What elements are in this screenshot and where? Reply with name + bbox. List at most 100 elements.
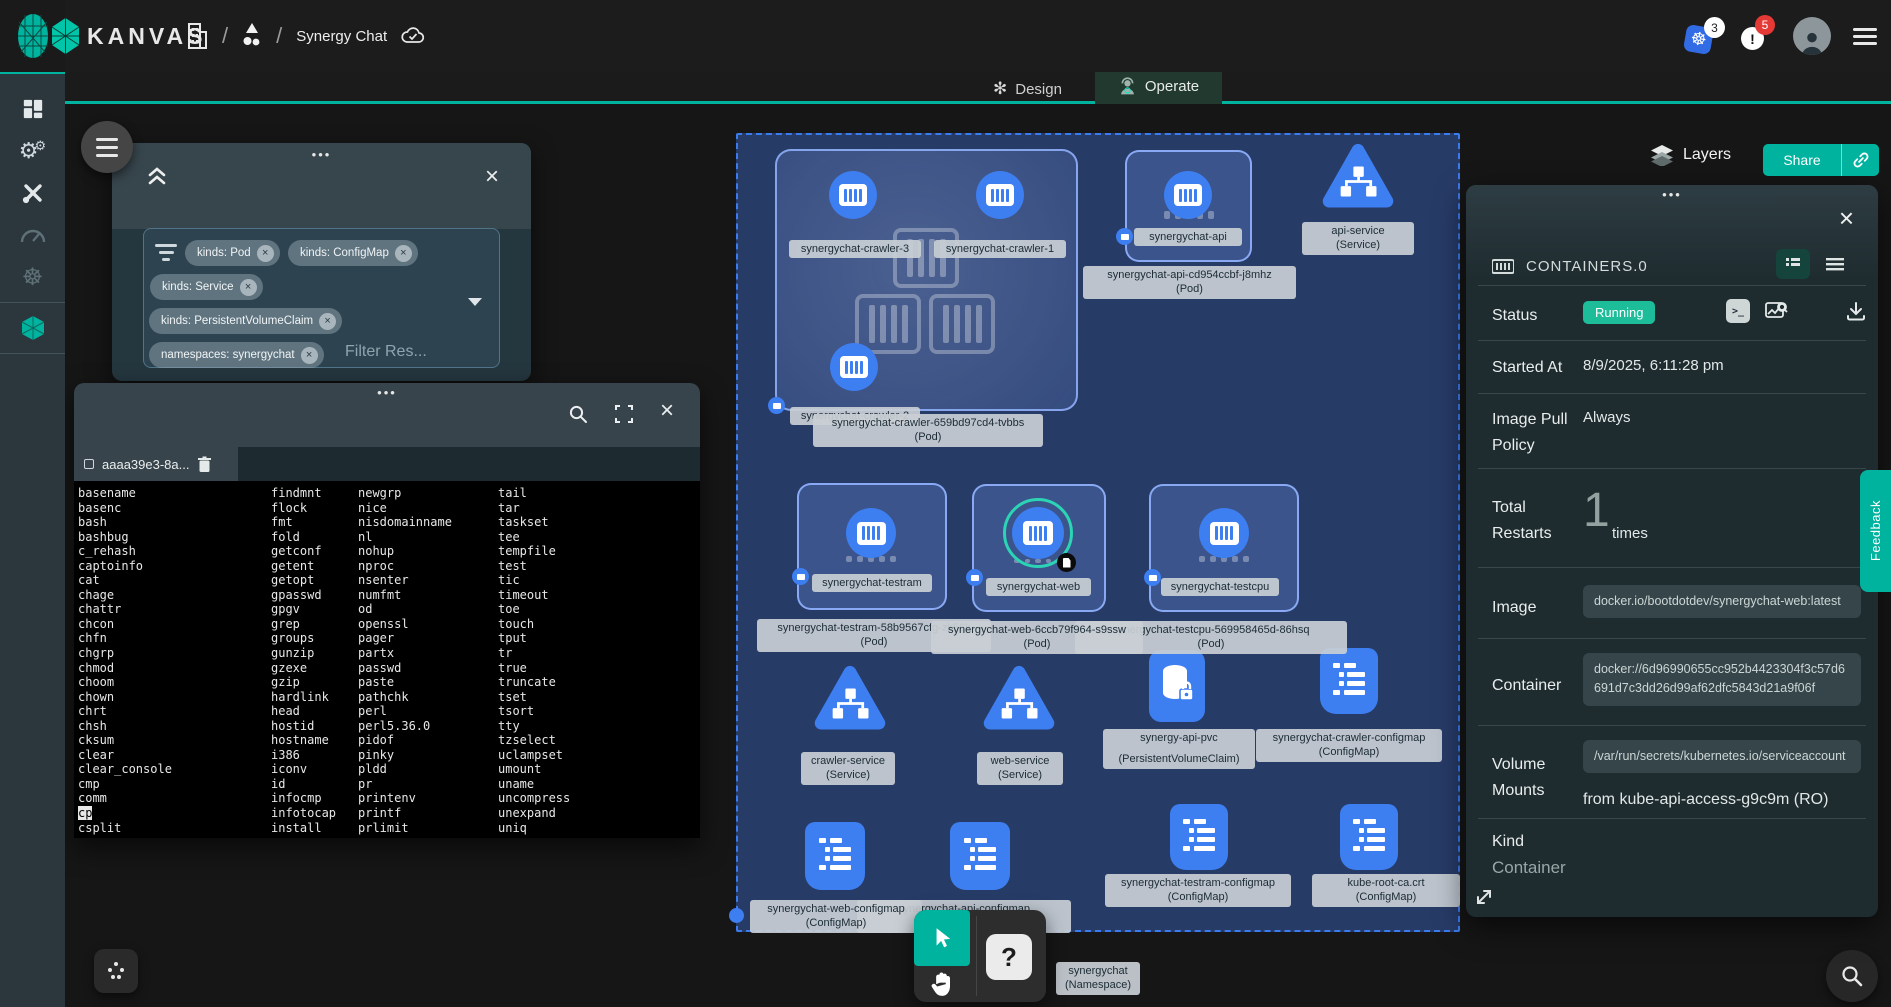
pan-mode-button[interactable]	[926, 968, 960, 1000]
breadcrumb-separator: /	[222, 23, 228, 49]
node-label: synergychat-web-configmap(ConfigMap)	[750, 900, 922, 933]
meshsync-snapshot-button[interactable]	[94, 949, 138, 993]
pod-icon[interactable]	[829, 171, 877, 219]
trash-icon[interactable]	[197, 456, 212, 473]
gauge-icon	[20, 226, 46, 244]
gear-icon: ⚙	[35, 138, 47, 154]
total-restarts-unit: times	[1612, 525, 1648, 542]
filter-chip[interactable]: kinds: ConfigMap×	[288, 240, 418, 266]
workspace-icon[interactable]	[242, 22, 262, 50]
total-restarts-value: 1	[1583, 483, 1610, 538]
configmap-icon[interactable]	[1340, 804, 1398, 870]
tab-operate[interactable]: Operate	[1095, 69, 1222, 104]
canvas-menu-button[interactable]	[81, 121, 133, 173]
sidebar-item-dashboard[interactable]	[0, 88, 65, 130]
configmap-icon[interactable]	[950, 822, 1010, 890]
sidebar-item-toolbox[interactable]	[0, 172, 65, 214]
edit-badge-icon[interactable]	[1057, 553, 1076, 572]
filter-chip-label: kinds: Service	[162, 281, 234, 293]
download-button[interactable]	[1846, 301, 1866, 326]
drag-handle-dots[interactable]: •••	[377, 385, 397, 400]
status-label: Status	[1492, 303, 1584, 329]
configmap-icon[interactable]	[805, 822, 865, 890]
zoom-search-button[interactable]	[1826, 950, 1878, 1002]
pod-icon[interactable]	[1164, 171, 1212, 219]
terminal-column: findmntflockfmtfoldgetconfgetentgetoptgp…	[271, 486, 336, 835]
filter-chip[interactable]: kinds: PersistentVolumeClaim×	[149, 308, 342, 334]
terminal-column: basenamebasencbashbashbugc_rehashcaptoin…	[78, 486, 172, 835]
open-terminal-button[interactable]: >_	[1726, 299, 1750, 323]
details-close-icon[interactable]: ×	[1839, 203, 1854, 234]
filter-chip[interactable]: kinds: Pod×	[185, 240, 280, 266]
container-label: Container	[1492, 673, 1584, 699]
pod-icon[interactable]	[846, 508, 896, 558]
pvc-icon[interactable]	[1149, 650, 1205, 722]
chip-remove-icon[interactable]: ×	[301, 347, 318, 364]
service-icon[interactable]	[1321, 141, 1395, 215]
layers-label: Layers	[1683, 146, 1731, 164]
copy-link-button[interactable]	[1841, 144, 1879, 176]
node-label: synergychat-crawler-configmap(ConfigMap)	[1256, 729, 1442, 762]
drag-handle-dots[interactable]: •••	[312, 147, 332, 162]
notifications-button[interactable]: ! 5	[1741, 19, 1771, 53]
filter-chip[interactable]: kinds: Service ×	[150, 274, 263, 300]
hand-icon	[926, 968, 958, 1000]
configmap-icon[interactable]	[1170, 804, 1228, 870]
collapse-chevrons-icon[interactable]	[146, 165, 168, 192]
kanvas-hexagon-icon	[22, 316, 44, 340]
chip-remove-icon[interactable]: ×	[257, 245, 274, 262]
image-label: Image	[1492, 595, 1584, 621]
expand-panel-icon[interactable]	[1474, 887, 1496, 909]
notification-count-badge: 5	[1755, 15, 1775, 35]
node-status-badge	[792, 568, 809, 585]
view-config-toggle[interactable]	[1776, 249, 1810, 279]
kanvas-app: KANVAS / / Synergy Chat	[0, 0, 1891, 1007]
kubernetes-context-button[interactable]: ☸ 3	[1685, 20, 1719, 52]
filter-chip[interactable]: namespaces: synergychat×	[149, 342, 324, 368]
design-title[interactable]: Synergy Chat	[296, 28, 387, 45]
drag-handle-dots[interactable]: •••	[1662, 187, 1682, 202]
fullscreen-icon[interactable]	[614, 403, 634, 425]
terminal-close-icon[interactable]: ×	[660, 397, 674, 425]
sidebar-item-performance[interactable]	[0, 214, 65, 256]
share-button[interactable]: Share	[1763, 144, 1841, 176]
container-details-panel: ••• × CONTAINERS.0 Status	[1466, 185, 1878, 917]
view-logs-button[interactable]	[1764, 299, 1788, 328]
status-badge: Running	[1583, 301, 1655, 324]
select-mode-button[interactable]	[914, 910, 970, 966]
tab-design[interactable]: ✻ Design	[993, 74, 1062, 104]
terminal-session-tab[interactable]: aaaa39e3-8a...	[74, 447, 238, 481]
sidebar-item-connections[interactable]: ☸	[0, 256, 65, 298]
organization-icon[interactable]	[186, 21, 208, 51]
feedback-tab[interactable]: Feedback	[1860, 470, 1891, 592]
user-avatar[interactable]	[1793, 17, 1831, 55]
layers-button[interactable]: Layers	[1650, 144, 1731, 166]
volume-mount-path: /var/run/secrets/kubernetes.io/serviceac…	[1583, 740, 1861, 773]
header-menu-button[interactable]	[1853, 28, 1877, 45]
image-value: docker.io/bootdotdev/synergychat-web:lat…	[1583, 585, 1861, 618]
search-icon[interactable]	[568, 403, 588, 425]
filter-placeholder[interactable]: Filter Res...	[345, 343, 427, 361]
started-at-label: Started At	[1492, 355, 1584, 381]
service-icon[interactable]	[982, 663, 1056, 737]
configmap-icon[interactable]	[1320, 648, 1378, 714]
service-icon[interactable]	[813, 663, 887, 737]
help-mode-button[interactable]: ?	[986, 934, 1032, 980]
pod-icon[interactable]	[1199, 508, 1249, 558]
view-list-toggle[interactable]	[1818, 249, 1852, 279]
chip-remove-icon[interactable]: ×	[240, 279, 257, 296]
sidebar-item-settings[interactable]: ⚙⚙	[0, 130, 65, 172]
chevron-down-icon[interactable]	[468, 298, 482, 306]
filter-close-icon[interactable]: ×	[485, 163, 499, 191]
node-label: synergychat-crawler-1	[934, 240, 1066, 258]
sidebar-divider	[0, 302, 65, 303]
pod-icon[interactable]	[830, 343, 878, 391]
layers-icon	[1650, 144, 1674, 166]
chip-remove-icon[interactable]: ×	[395, 245, 412, 262]
terminal-output[interactable]: basenamebasencbashbashbugc_rehashcaptoin…	[74, 481, 700, 838]
kanvas-brand[interactable]: KANVAS	[52, 0, 206, 72]
chip-remove-icon[interactable]: ×	[319, 313, 336, 330]
sidebar-item-kanvas[interactable]	[0, 307, 65, 349]
pod-glyph	[857, 522, 886, 545]
pod-icon[interactable]	[976, 171, 1024, 219]
